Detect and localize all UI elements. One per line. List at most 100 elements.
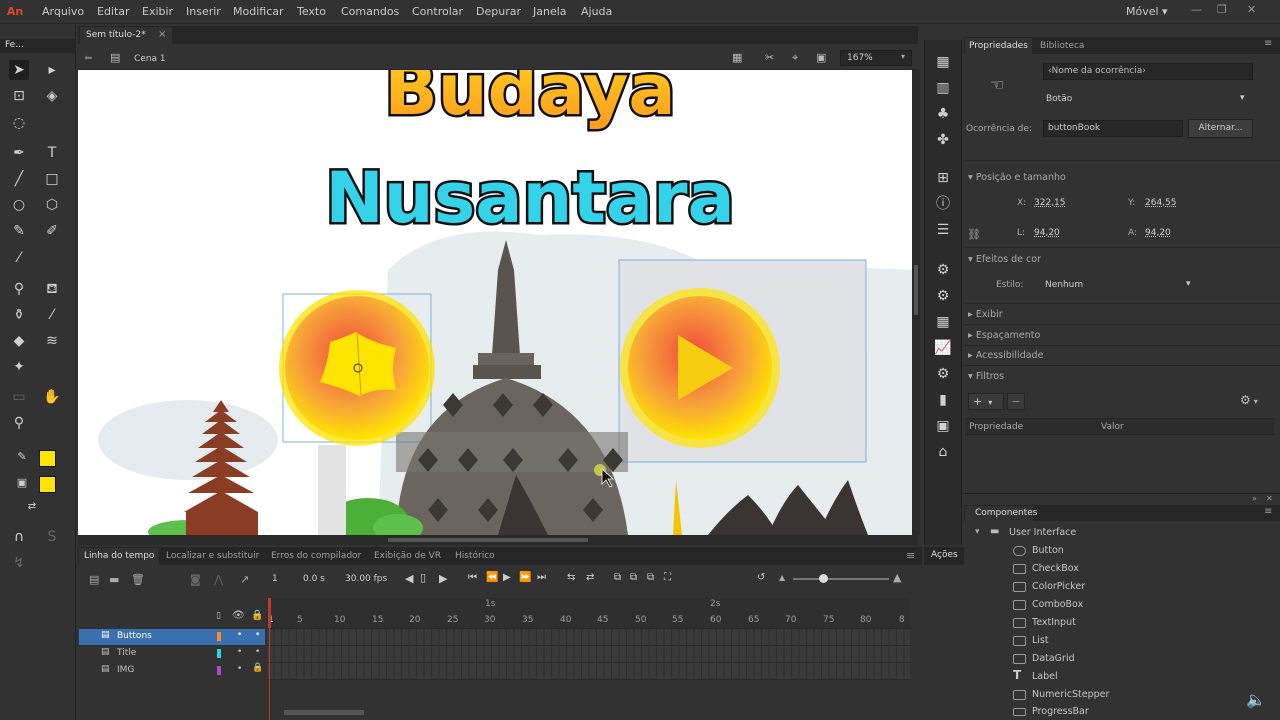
scene-panel-icon[interactable]: ▣ bbox=[933, 416, 953, 436]
layer-lock-icon[interactable]: 🔒 bbox=[252, 663, 263, 673]
eraser-tool-icon[interactable]: ◆ bbox=[9, 331, 29, 351]
go-last-frame-icon[interactable]: ⏭ bbox=[537, 572, 546, 583]
collapse-panel-icon[interactable]: » bbox=[1252, 494, 1257, 503]
delete-layer-icon[interactable]: 🗑 bbox=[131, 573, 145, 586]
component-item[interactable]: Label bbox=[1032, 671, 1058, 682]
subselection-tool-icon[interactable]: ▸ bbox=[42, 60, 62, 80]
menu-modificar[interactable]: Modificar bbox=[233, 5, 284, 18]
menu-depurar[interactable]: Depurar bbox=[476, 5, 521, 18]
layer-lock-dot[interactable]: • bbox=[255, 647, 260, 657]
step-forward-icon[interactable]: ⏩ bbox=[519, 572, 531, 583]
onion-skin-icon[interactable]: ⧉ bbox=[614, 572, 621, 583]
component-item[interactable]: ComboBox bbox=[1032, 599, 1083, 610]
layer-row-buttons[interactable]: ▤ Buttons • • bbox=[79, 629, 265, 645]
eyedropper-tool-icon[interactable]: ⁄ bbox=[42, 305, 62, 325]
graph-panel-icon[interactable]: 📈 bbox=[933, 338, 953, 358]
menu-exibir[interactable]: Exibir bbox=[142, 5, 173, 18]
stroke-color-swatch[interactable] bbox=[39, 450, 56, 467]
timeline-menu-icon[interactable]: ≡ bbox=[906, 549, 915, 562]
onion-outlines-icon[interactable]: ⧉ bbox=[630, 572, 637, 583]
timeline-zoom-thumb[interactable] bbox=[819, 574, 828, 583]
motion-presets-icon[interactable]: ✤ bbox=[933, 130, 953, 150]
filters-section[interactable]: ▾ Filtros bbox=[968, 371, 1004, 382]
pin-tool-icon[interactable]: ✦ bbox=[9, 357, 29, 377]
compiler-errors-tab[interactable]: Erros do compilador bbox=[271, 551, 361, 561]
actions-tab[interactable]: Ações bbox=[924, 547, 964, 565]
zoom-tool-icon[interactable]: ⚲ bbox=[9, 413, 29, 433]
lock-all-icon[interactable]: 🔒 bbox=[251, 610, 263, 621]
new-layer-icon[interactable]: ▤ bbox=[89, 573, 99, 586]
transform-panel-icon[interactable]: ☰ bbox=[933, 220, 953, 240]
component-item[interactable]: CheckBox bbox=[1032, 563, 1079, 574]
close-icon[interactable]: ✕ bbox=[1247, 3, 1256, 16]
menu-comandos[interactable]: Comandos bbox=[341, 5, 399, 18]
snap-magnet-icon[interactable]: ∩ bbox=[9, 527, 29, 547]
show-hide-all-icon[interactable]: 👁 bbox=[232, 610, 245, 621]
properties-tab[interactable]: Propriedades bbox=[965, 38, 1032, 54]
frame-rate[interactable]: 30.00 fps bbox=[345, 574, 387, 584]
scene-label[interactable]: Cena 1 bbox=[134, 54, 166, 64]
layer-color-swatch[interactable] bbox=[217, 649, 221, 658]
restore-icon[interactable]: ❐ bbox=[1217, 3, 1227, 16]
library-panel-icon[interactable]: ▥ bbox=[933, 78, 953, 98]
info-panel-icon[interactable]: ⓘ bbox=[933, 194, 953, 214]
document-tab[interactable]: Sem título-2* × bbox=[80, 27, 172, 44]
close-panel-icon[interactable]: ✕ bbox=[1266, 494, 1273, 503]
stage-canvas[interactable]: Budaya Nusantara bbox=[78, 70, 912, 535]
stage-horizontal-scrollbar[interactable] bbox=[78, 535, 918, 545]
x-value[interactable]: 322,15 bbox=[1034, 198, 1066, 208]
workspace-switcher[interactable]: Móvel ▾ bbox=[1126, 5, 1168, 18]
document-tab-close-icon[interactable]: × bbox=[158, 29, 166, 40]
component-item[interactable]: DataGrid bbox=[1032, 653, 1075, 664]
zoom-out-icon[interactable]: ▲ bbox=[779, 573, 785, 582]
loop-icon[interactable]: ⇆ bbox=[567, 572, 575, 583]
menu-inserir[interactable]: Inserir bbox=[186, 5, 221, 18]
components-folder[interactable]: User Interface bbox=[1009, 527, 1076, 538]
paint-brush-tool-icon[interactable]: ⁄ bbox=[9, 248, 29, 268]
highlight-layers-icon[interactable]: ▯ bbox=[216, 611, 221, 621]
components-tab[interactable]: Componentes bbox=[965, 506, 1037, 521]
line-tool-icon[interactable]: ╱ bbox=[9, 169, 29, 189]
zoom-in-icon[interactable]: ▲ bbox=[893, 571, 901, 584]
fill-color-swatch[interactable] bbox=[39, 476, 56, 493]
timeline-tab[interactable]: Linha do tempo bbox=[79, 548, 159, 565]
layer-color-swatch[interactable] bbox=[217, 666, 221, 675]
properties-panel-icon[interactable]: ▦ bbox=[933, 52, 953, 72]
component-item[interactable]: ProgressBar bbox=[1032, 706, 1089, 717]
assets-panel-icon[interactable]: ♣ bbox=[933, 104, 953, 124]
oval-tool-icon[interactable]: ○ bbox=[9, 195, 29, 215]
polystar-tool-icon[interactable]: ⬡ bbox=[42, 195, 62, 215]
height-value[interactable]: 94,20 bbox=[1145, 228, 1171, 238]
output-panel-icon[interactable]: ⚙ bbox=[933, 364, 953, 384]
component-item[interactable]: ColorPicker bbox=[1032, 581, 1085, 592]
speaker-icon[interactable]: 🔈 bbox=[1246, 690, 1266, 709]
edit-scene-icon[interactable]: ▦ bbox=[732, 51, 742, 64]
position-size-section[interactable]: ▾ Posição e tamanho bbox=[968, 172, 1066, 183]
layer-row-img[interactable]: ▤ IMG • 🔒 bbox=[79, 663, 265, 679]
filter-options-button[interactable]: ⚙ ▾ bbox=[1240, 393, 1270, 410]
current-time[interactable]: 0.0 s bbox=[303, 574, 325, 584]
lasso-tool-icon[interactable]: ◌ bbox=[9, 113, 29, 133]
find-replace-tab[interactable]: Localizar e substituir bbox=[166, 551, 259, 561]
step-back-icon[interactable]: ⏪ bbox=[486, 572, 498, 583]
instance-name-input[interactable]: ‹Nome da ocorrência› bbox=[1043, 63, 1253, 80]
edit-symbols-icon[interactable]: ✂ bbox=[765, 51, 774, 64]
swap-colors-icon[interactable]: ⇄ bbox=[22, 497, 42, 517]
new-folder-icon[interactable]: ▬ bbox=[109, 573, 119, 586]
menu-controlar[interactable]: Controlar bbox=[412, 5, 463, 18]
history-tab[interactable]: Histórico bbox=[455, 551, 495, 561]
layer-lock-dot[interactable]: • bbox=[255, 630, 260, 640]
paint-bucket-tool-icon[interactable]: ⛾ bbox=[42, 279, 62, 299]
library-tab[interactable]: Biblioteca bbox=[1040, 41, 1084, 51]
rectangle-tool-icon[interactable]: □ bbox=[42, 169, 62, 189]
align-panel-icon[interactable]: ⊞ bbox=[933, 168, 953, 188]
add-filter-button[interactable]: + ▾ bbox=[968, 393, 1004, 410]
camera-tool-icon[interactable]: ▭ bbox=[9, 387, 29, 407]
menu-texto[interactable]: Texto bbox=[297, 5, 326, 18]
link-proportions-icon[interactable]: ⛓ bbox=[967, 228, 981, 241]
frame-grid[interactable] bbox=[266, 628, 910, 680]
smooth-icon[interactable]: S bbox=[42, 527, 62, 547]
go-first-frame-icon[interactable]: ⏮ bbox=[468, 572, 477, 583]
layer-depth-icon[interactable]: ⋀ bbox=[214, 573, 223, 586]
back-arrow-icon[interactable]: ⬅ bbox=[84, 53, 92, 64]
